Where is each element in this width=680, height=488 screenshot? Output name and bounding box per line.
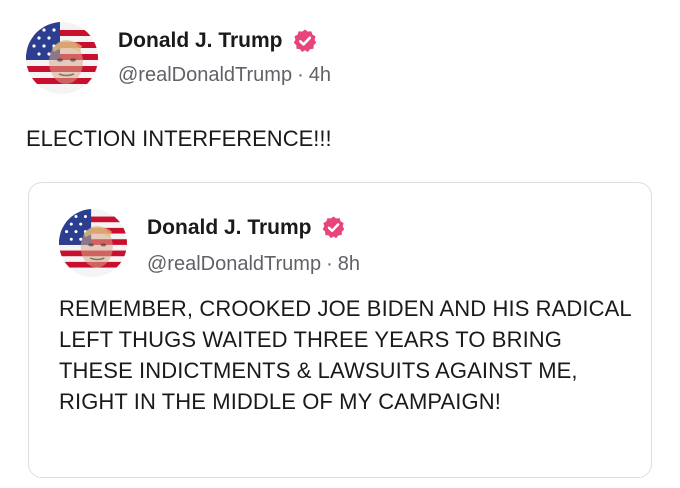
verified-badge-icon xyxy=(321,215,346,240)
avatar[interactable] xyxy=(26,22,98,94)
quoted-author-name[interactable]: Donald J. Trump xyxy=(147,216,312,240)
quoted-author-name-row[interactable]: Donald J. Trump xyxy=(147,215,346,240)
quoted-post-text: REMEMBER, CROOKED JOE BIDEN AND HIS RADI… xyxy=(59,296,631,414)
meta-separator: · xyxy=(297,64,304,86)
author-name[interactable]: Donald J. Trump xyxy=(118,29,283,53)
quoted-post-time[interactable]: 8h xyxy=(338,253,360,275)
post-text: ELECTION INTERFERENCE!!! xyxy=(26,126,332,151)
truth-post: Donald J. Trump @realDonaldTrump · 4h ELEC… xyxy=(0,0,680,488)
avatar[interactable] xyxy=(59,209,127,277)
quoted-post-card[interactable]: Donald J. Trump @realDonaldTrump · 8h REME… xyxy=(28,182,652,478)
quoted-author-handle[interactable]: @realDonaldTrump xyxy=(147,253,321,275)
flag-portrait-icon xyxy=(26,22,98,94)
author-name-row[interactable]: Donald J. Trump xyxy=(118,28,318,54)
verified-badge-icon xyxy=(292,28,318,54)
post-time[interactable]: 4h xyxy=(309,64,331,86)
post-meta: @realDonaldTrump · 4h xyxy=(118,64,331,87)
flag-portrait-icon xyxy=(59,209,127,277)
meta-separator: · xyxy=(326,253,333,275)
quoted-post-meta: @realDonaldTrump · 8h xyxy=(147,253,360,276)
author-handle[interactable]: @realDonaldTrump xyxy=(118,64,292,86)
